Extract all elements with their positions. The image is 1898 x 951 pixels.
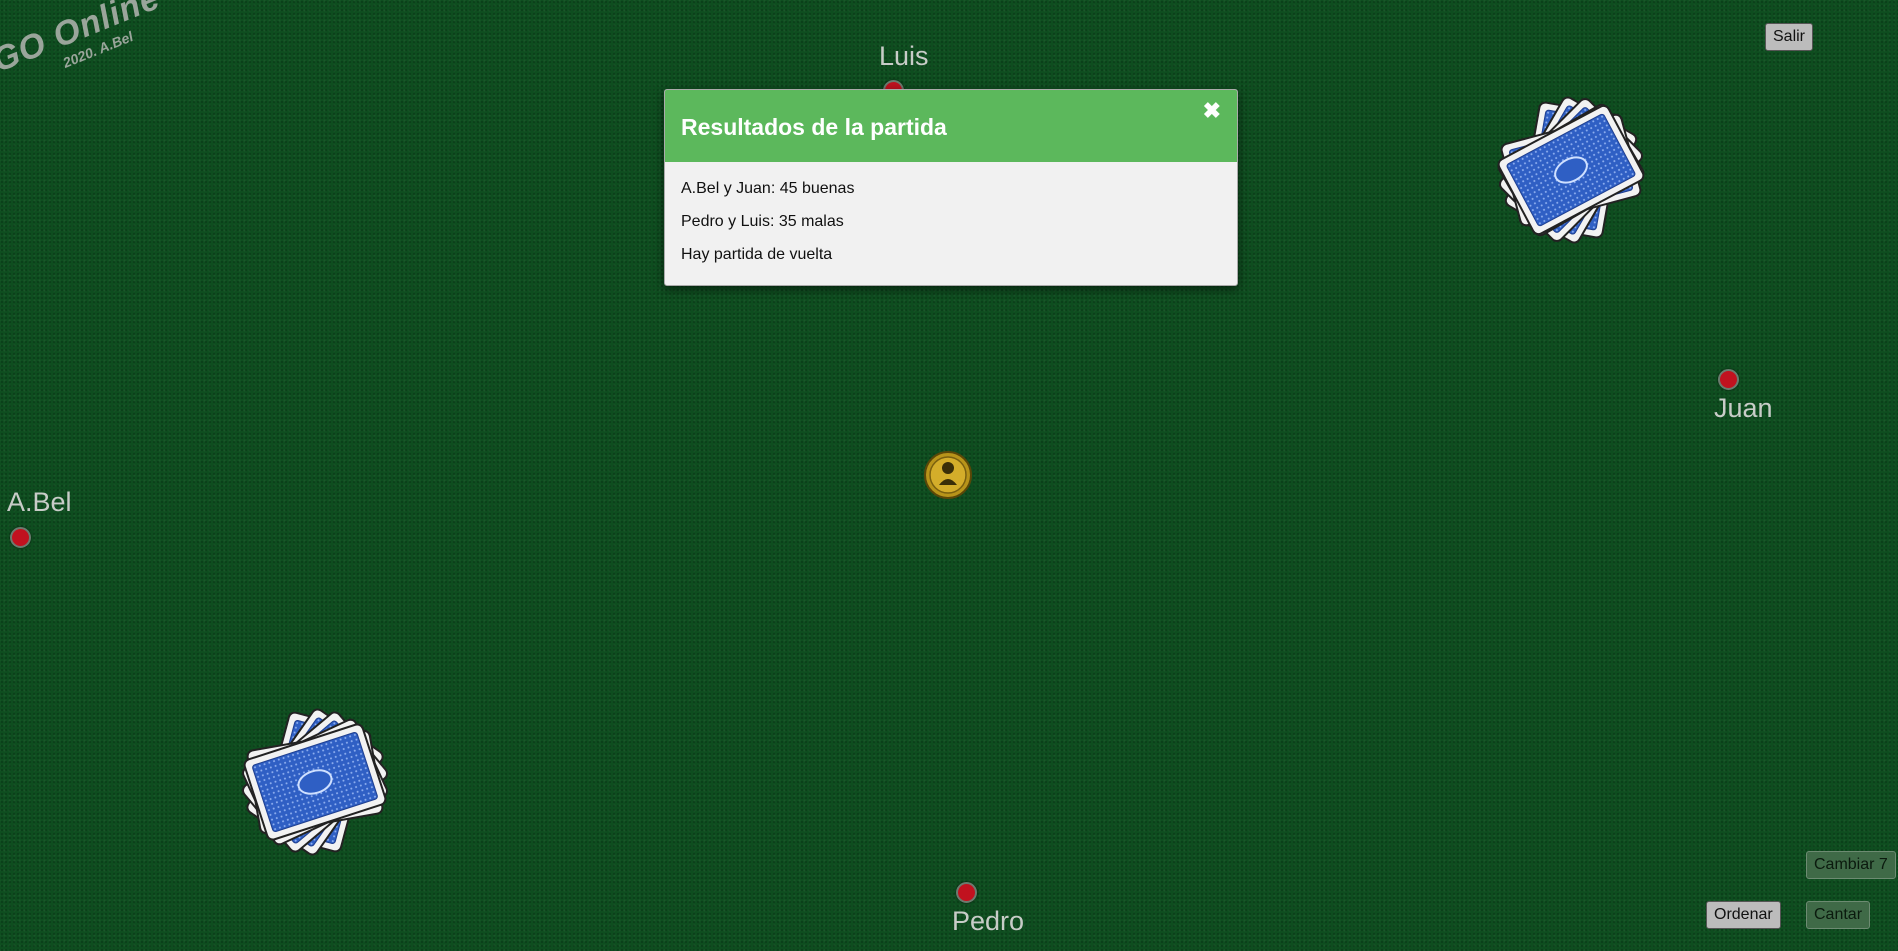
player-name-bottom: Pedro <box>952 906 1025 936</box>
result-line: Hay partida de vuelta <box>681 246 833 263</box>
result-line: A.Bel y Juan: 45 buenas <box>681 180 855 197</box>
card-stack-top-right <box>1495 94 1647 246</box>
player-indicator-left <box>10 527 31 548</box>
swap-seven-button[interactable]: Cambiar 7 <box>1806 851 1896 879</box>
exit-button[interactable]: Salir <box>1765 23 1814 51</box>
player-name-top: Luis <box>879 41 929 71</box>
sing-button[interactable]: Cantar <box>1806 901 1871 929</box>
close-icon[interactable]: ✖ <box>1203 98 1221 124</box>
coin-icon <box>924 451 972 499</box>
dialog-header: Resultados de la partida ✖ <box>665 90 1237 162</box>
dialog-body: A.Bel y Juan: 45 buenas Pedro y Luis: 35… <box>665 162 1237 285</box>
logo: GO Online 2020. A.Bel <box>0 0 165 95</box>
result-line: Pedro y Luis: 35 malas <box>681 213 844 230</box>
logo-title: GO Online <box>0 0 166 80</box>
dialog-title: Resultados de la partida <box>681 114 947 140</box>
results-dialog: Resultados de la partida ✖ A.Bel y Juan:… <box>664 89 1238 286</box>
player-name-left: A.Bel <box>7 487 72 517</box>
card-stack-bottom-left <box>239 706 391 858</box>
sort-button[interactable]: Ordenar <box>1706 901 1781 929</box>
player-name-right: Juan <box>1714 393 1773 423</box>
player-indicator-right <box>1718 369 1739 390</box>
player-indicator-bottom <box>956 882 977 903</box>
